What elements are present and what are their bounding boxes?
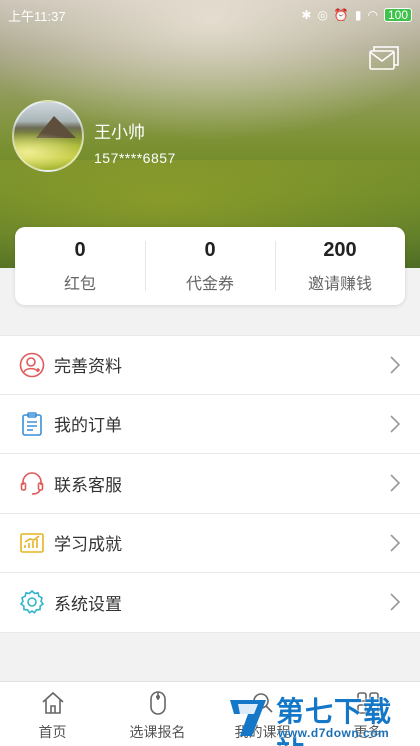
menu-item-profile[interactable]: 完善资料: [0, 335, 420, 395]
status-icons: ✱ ◎ ⏰ ▮ ◠ 100: [301, 8, 412, 22]
menu-label: 学习成就: [54, 535, 122, 556]
chevron-right-icon: [388, 414, 402, 434]
stat-label: 代金券: [185, 273, 234, 293]
menu-item-settings[interactable]: 系统设置: [0, 573, 420, 633]
tab-home[interactable]: 首页: [0, 682, 105, 746]
avatar[interactable]: [12, 100, 84, 172]
menu-item-customer-service[interactable]: 联系客服: [0, 454, 420, 514]
message-icon[interactable]: [368, 44, 400, 72]
stat-label: 邀请赚钱: [307, 273, 372, 293]
chart-icon: [18, 529, 46, 557]
home-icon: [40, 690, 66, 716]
tab-label: 选课报名: [129, 725, 186, 741]
status-bar: 上午11:37 ✱ ◎ ⏰ ▮ ◠ 100: [0, 0, 420, 30]
bottom-tab-bar: 首页 选课报名 我的课程 更多: [0, 681, 420, 746]
tab-course-enroll[interactable]: 选课报名: [105, 682, 210, 746]
mute-icon: ◎: [317, 8, 328, 22]
bluetooth-icon: ✱: [301, 8, 312, 22]
grid-icon: [355, 690, 381, 716]
menu-label: 系统设置: [54, 594, 122, 615]
stat-value: 200: [323, 238, 357, 261]
avatar-sunlight: [14, 132, 82, 170]
tab-more[interactable]: 更多: [315, 682, 420, 746]
mouse-icon: [145, 690, 171, 716]
chevron-right-icon: [388, 355, 402, 375]
stats-card: 0 红包 0 代金券 200 邀请赚钱: [15, 227, 405, 305]
menu-label: 完善资料: [54, 357, 122, 378]
stat-voucher[interactable]: 0 代金券: [145, 227, 275, 305]
menu-label: 联系客服: [54, 475, 122, 496]
headset-icon: [18, 469, 46, 497]
stat-red-packet[interactable]: 0 红包: [15, 227, 145, 305]
tab-my-courses[interactable]: 我的课程: [210, 682, 315, 746]
wifi-icon: ◠: [367, 8, 378, 22]
stat-value: 0: [204, 238, 216, 261]
user-phone: 157****6857: [94, 150, 176, 166]
chevron-right-icon: [388, 533, 402, 553]
gear-icon: [18, 588, 46, 616]
chevron-right-icon: [388, 473, 402, 493]
menu-item-achievements[interactable]: 学习成就: [0, 514, 420, 573]
menu-item-orders[interactable]: 我的订单: [0, 395, 420, 454]
settings-menu: 完善资料 我的订单 联系客服 学习成就 系统设置: [0, 335, 420, 633]
user-name: 王小帅: [94, 123, 145, 143]
stat-value: 0: [74, 238, 86, 261]
chevron-right-icon: [388, 592, 402, 612]
status-time: 上午11:37: [8, 8, 66, 24]
alarm-icon: ⏰: [333, 8, 349, 22]
stat-label: 红包: [63, 273, 96, 293]
menu-label: 我的订单: [54, 416, 122, 437]
tab-label: 更多: [353, 725, 382, 741]
stat-invite[interactable]: 200 邀请赚钱: [275, 227, 405, 305]
battery-icon: 100: [383, 8, 412, 22]
clipboard-icon: [18, 410, 46, 438]
tab-label: 我的课程: [234, 725, 291, 741]
signal-icon: ▮: [354, 8, 362, 22]
search-icon: [250, 690, 276, 716]
profile-icon: [18, 351, 46, 379]
tab-label: 首页: [38, 725, 67, 741]
